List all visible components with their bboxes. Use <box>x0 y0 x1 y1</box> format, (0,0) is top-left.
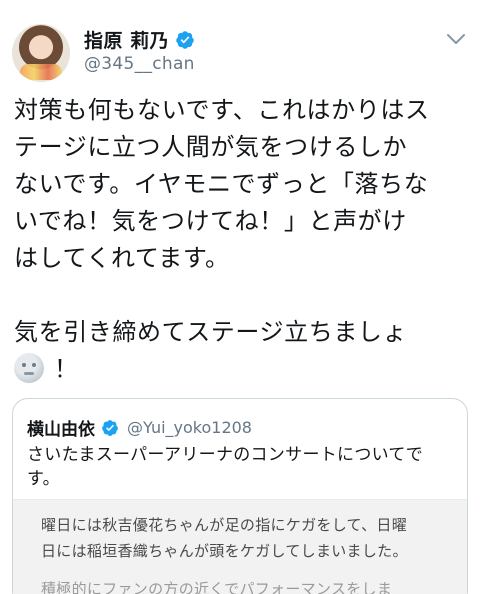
tweet-text: 対策も何もないです、これはかりはス テージに立つ人間が気をつけるしか ないです。… <box>14 92 468 388</box>
tweet-line: ないです。イヤモニでずっと「落ちな <box>14 170 429 198</box>
verified-badge-icon <box>176 30 194 49</box>
author-handle[interactable]: @345__chan <box>84 54 195 74</box>
image-text-line: 曜日には秋吉優花ちゃんが足の指にケガをして、日曜 <box>41 516 408 534</box>
tweet-header: 指原 莉乃 @345__chan <box>12 24 468 84</box>
tweet-line: 気を引き締めてステージ立ちましょ <box>14 318 408 346</box>
tweet-line: テージに立つ人間が気をつけるしか <box>14 133 408 161</box>
avatar[interactable] <box>12 24 70 82</box>
tweet-line: 対策も何もないです、これはかりはス <box>14 96 430 124</box>
tweet-suffix: ！ <box>54 355 79 383</box>
verified-badge-icon <box>102 419 118 436</box>
author-name-row[interactable]: 指原 莉乃 <box>84 26 195 53</box>
quoted-text-line: さいたまスーパーアリーナのコンサートについてで <box>27 445 424 465</box>
author-display-name[interactable]: 指原 莉乃 <box>84 26 169 53</box>
chevron-down-icon[interactable] <box>446 32 466 46</box>
quoted-author-name: 横山由依 <box>27 420 95 440</box>
image-text-line: 日には稲垣香織ちゃんが頭をケガしてしまいました。 <box>41 542 408 560</box>
image-text-line: 積極的にファンの方の近くでパフォーマンスをしま <box>41 580 393 594</box>
quoted-tweet-header: 横山由依 @Yui_yoko1208 <box>27 415 252 440</box>
image-text: 曜日には秋吉優花ちゃんが足の指にケガをして、日曜 日には稲垣香織ちゃんが頭をケガ… <box>41 512 461 594</box>
moon-face-icon <box>14 353 44 383</box>
quoted-tweet-image[interactable]: 曜日には秋吉優花ちゃんが足の指にケガをして、日曜 日には稲垣香織ちゃんが頭をケガ… <box>13 499 467 594</box>
quoted-author-handle: @Yui_yoko1208 <box>127 418 252 437</box>
tweet-line: はしてくれてます。 <box>14 244 230 272</box>
quoted-tweet-text: さいたまスーパーアリーナのコンサートについてで す。 <box>27 443 457 491</box>
quoted-tweet-card[interactable]: 横山由依 @Yui_yoko1208 さいたまスーパーアリーナのコンサートについ… <box>12 398 468 594</box>
quoted-text-line: す。 <box>27 469 60 489</box>
tweet-line: いでね！気をつけてね！」と声がけ <box>14 207 407 235</box>
tweet-last-line: ！ <box>14 351 468 388</box>
